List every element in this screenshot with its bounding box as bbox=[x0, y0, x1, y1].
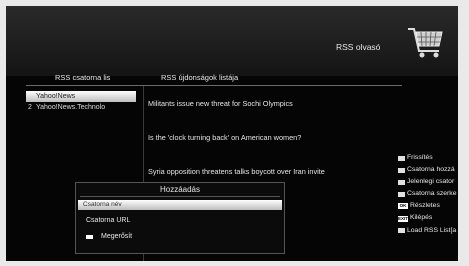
confirm-button[interactable]: Megerősít bbox=[86, 233, 132, 240]
white-key-icon bbox=[398, 228, 405, 234]
news-list: Militants issue new threat for Sochi Oly… bbox=[148, 87, 398, 189]
tv-screen: RSS olvasó RSS csatorna lis RSS újdonság… bbox=[6, 6, 458, 261]
news-item-2[interactable]: Is the 'clock turning back' on American … bbox=[148, 121, 398, 155]
feed-name-field[interactable]: Csatorna név bbox=[78, 200, 282, 210]
confirm-label: Megerősít bbox=[101, 233, 133, 240]
key-legend: Frissítés Csatorna hozzá Jelenlegi csato… bbox=[398, 152, 458, 237]
feed-list: Yahoo!News 2 Yahoo!News.Technolo bbox=[26, 91, 136, 113]
green-key-icon bbox=[398, 167, 405, 173]
feed-url-field[interactable]: Csatorna URL bbox=[86, 217, 130, 224]
details-action[interactable]: OK Részletes bbox=[398, 200, 458, 212]
feed-label: Yahoo!News bbox=[36, 93, 76, 100]
add-feed-action[interactable]: Csatorna hozzá bbox=[398, 164, 458, 176]
shopping-cart-icon bbox=[408, 28, 443, 58]
feed-number: 2 bbox=[28, 104, 32, 111]
add-feed-dialog: Hozzáadás Csatorna név Csatorna URL Mege… bbox=[75, 182, 285, 254]
dialog-title: Hozzáadás bbox=[159, 185, 201, 194]
blue-key-icon bbox=[398, 191, 405, 197]
news-list-header: RSS újdonságok listája bbox=[161, 73, 239, 82]
exit-action[interactable]: EXIT Kilépés bbox=[398, 212, 458, 224]
refresh-action[interactable]: Frissítés bbox=[398, 152, 458, 164]
feed-label: Yahoo!News.Technolo bbox=[36, 104, 106, 111]
news-item-1[interactable]: Militants issue new threat for Sochi Oly… bbox=[148, 87, 398, 121]
ok-key-icon: OK bbox=[398, 203, 408, 210]
header-divider bbox=[26, 85, 402, 86]
red-key-icon bbox=[398, 155, 405, 161]
app-title: RSS olvasó bbox=[336, 42, 381, 52]
yellow-key-icon bbox=[398, 179, 405, 185]
edit-feed-action[interactable]: Csatorna szerke bbox=[398, 188, 458, 200]
feed-item-1[interactable]: Yahoo!News bbox=[26, 91, 136, 102]
feed-list-header: RSS csatorna lis bbox=[55, 73, 111, 82]
load-rss-list-action[interactable]: Load RSS List[a bbox=[398, 225, 458, 237]
current-feed-action[interactable]: Jelenlegi csator bbox=[398, 176, 458, 188]
feed-item-2[interactable]: 2 Yahoo!News.Technolo bbox=[26, 102, 136, 113]
confirm-key-icon bbox=[86, 234, 93, 239]
exit-key-icon: EXIT bbox=[398, 215, 409, 222]
dialog-divider bbox=[80, 196, 280, 197]
